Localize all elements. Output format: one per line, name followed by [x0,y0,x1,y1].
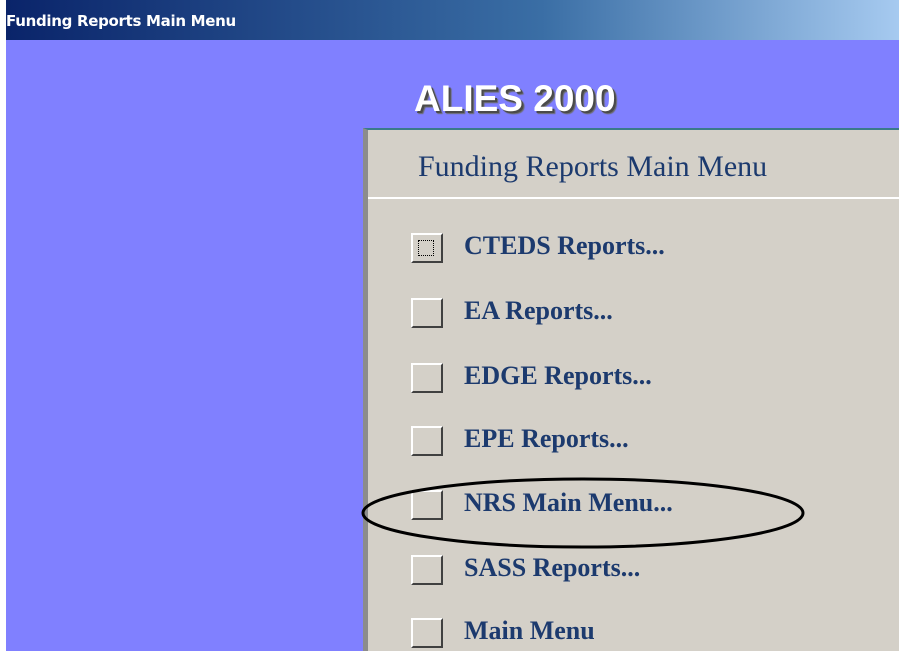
edge-reports-button[interactable] [411,363,443,393]
menu-item-edge-reports[interactable]: EDGE Reports... [411,361,811,397]
menu-item-ea-reports[interactable]: EA Reports... [411,296,811,332]
main-menu-button[interactable] [411,618,443,648]
app-name-logo: ALIES 2000 [414,78,616,119]
menu-item-nrs-main-menu[interactable]: NRS Main Menu... [411,488,811,524]
window-title-bar: Funding Reports Main Menu [6,0,899,40]
window-title: Funding Reports Main Menu [6,12,236,30]
sass-reports-label[interactable]: SASS Reports... [464,553,640,583]
menu-item-epe-reports[interactable]: EPE Reports... [411,424,811,460]
epe-reports-button[interactable] [411,426,443,456]
screenshot-frame: Funding Reports Main Menu ALIES 2000 Fun… [0,0,899,651]
ea-reports-button[interactable] [411,298,443,328]
cteds-reports-label[interactable]: CTEDS Reports... [464,231,665,261]
edge-reports-label[interactable]: EDGE Reports... [464,361,652,391]
sass-reports-button[interactable] [411,555,443,585]
menu-item-cteds-reports[interactable]: CTEDS Reports... [411,231,811,267]
heading-divider [368,197,899,199]
nrs-main-menu-button[interactable] [411,490,443,520]
menu-item-main-menu[interactable]: Main Menu [411,616,811,651]
nrs-main-menu-label[interactable]: NRS Main Menu... [464,488,673,518]
menu-item-sass-reports[interactable]: SASS Reports... [411,553,811,589]
menu-heading: Funding Reports Main Menu [418,150,768,183]
cteds-reports-button[interactable] [411,233,443,263]
menu-panel: Funding Reports Main Menu CTEDS Reports.… [363,128,899,651]
main-menu-label[interactable]: Main Menu [464,616,595,646]
ea-reports-label[interactable]: EA Reports... [464,296,613,326]
epe-reports-label[interactable]: EPE Reports... [464,424,629,454]
